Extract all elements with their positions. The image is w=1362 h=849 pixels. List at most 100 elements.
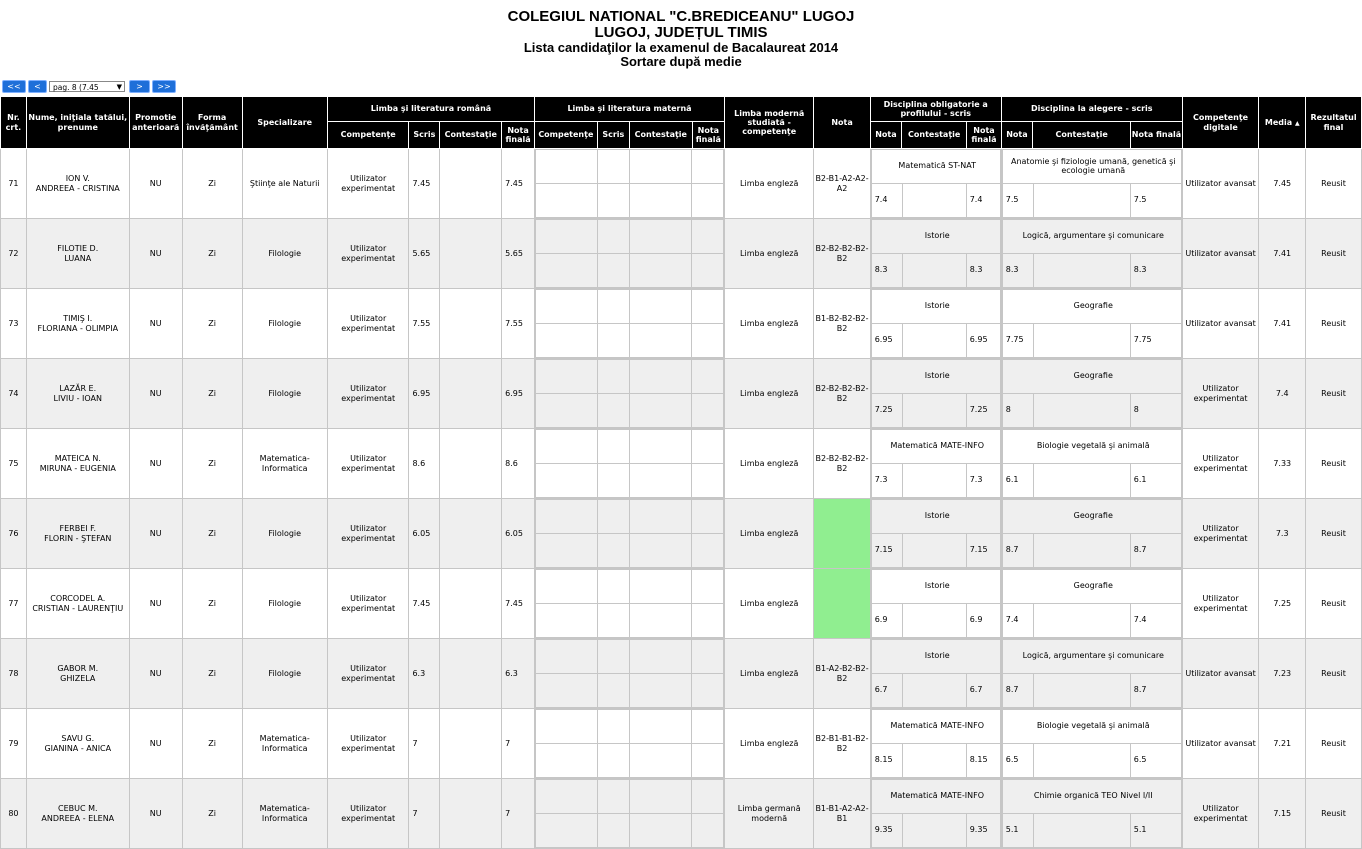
- row-ro-contestatie: [439, 218, 503, 289]
- row-ale-nota: 8.7: [1001, 533, 1034, 568]
- row-ro-scris: 6.3: [408, 638, 441, 709]
- row-ro-contestatie: [439, 358, 503, 429]
- row-obl-contestatie: [901, 743, 967, 778]
- row-obl-contestatie: [901, 463, 967, 498]
- row-obl-nota: 6.7: [870, 673, 903, 708]
- row-ale-contestatie: [1032, 183, 1131, 218]
- location-title: LUGOJ, JUDEȚUL TIMIS: [594, 24, 768, 41]
- table-row: 73 TIMIŞ I. FLORIANA - OLIMPIA NU Zi Filologi…: [0, 288, 1362, 359]
- prev-page-button[interactable]: <: [28, 80, 47, 93]
- col-nota: Nota: [813, 96, 871, 149]
- row-obligatorie: Istorie 7.15 7.15: [869, 498, 1002, 569]
- row-name: CORCODEL A. CRISTIAN - LAURENŢIU: [25, 568, 130, 639]
- table-row: 74 LAZĂR E. LIVIU - IOAN NU Zi Filologie Utili…: [0, 358, 1362, 429]
- col-rezultat: Rezultatul final: [1305, 96, 1362, 149]
- row-name-line1: MATEICA N.: [54, 454, 101, 464]
- row-ale-contestatie: [1032, 673, 1131, 708]
- row-obligatorie: Matematică MATE-INFO 7.3 7.3: [869, 428, 1002, 499]
- row-ale-contestatie: [1032, 323, 1131, 358]
- page-select[interactable]: pag. 8 (7.45 ▼: [49, 81, 125, 92]
- col-specializare: Specializare: [241, 96, 328, 149]
- row-specializare: Ştiinţe ale Naturii: [241, 148, 328, 219]
- row-ale-nota-finala: 8.3: [1129, 253, 1182, 288]
- row-obl-nota-finala: 8.15: [965, 743, 1001, 778]
- row-ale-contestatie: [1032, 533, 1131, 568]
- row-promotie: NU: [128, 218, 183, 289]
- row-obligatorie: Istorie 6.95 6.95: [869, 288, 1002, 359]
- col-ro-competente: Competenţe: [326, 121, 410, 149]
- row-name-line2: MIRUNA - EUGENIA: [39, 463, 116, 473]
- row-specializare: Filologie: [241, 498, 328, 569]
- row-forma: Zi: [181, 288, 243, 359]
- row-modern-nota: B2-B2-B2-B2-B2: [813, 218, 871, 289]
- row-materna: [534, 218, 726, 289]
- row-obl-nota-finala: 7.15: [965, 533, 1001, 568]
- row-ale-nota: 8.7: [1001, 673, 1034, 708]
- row-ro-nota-finala: 7.45: [501, 148, 536, 219]
- row-ale-nota-finala: 8.7: [1129, 533, 1182, 568]
- row-obligatorie: Matematică ST-NAT 7.4 7.4: [869, 148, 1002, 219]
- row-name-line1: ION V.: [65, 174, 90, 184]
- row-modern-nota: B2-B1-A2-A2-A2: [813, 148, 871, 219]
- col-group-romana: Limba şi literatura română: [326, 96, 536, 122]
- row-ro-competente: Utilizator experimentat: [326, 358, 410, 429]
- row-ro-nota-finala: 6.95: [501, 358, 536, 429]
- row-name-line2: FLORIN - ŞTEFAN: [44, 533, 112, 543]
- row-ale-name: Geografie: [1001, 499, 1182, 534]
- row-obl-nota-finala: 7.3: [965, 463, 1001, 498]
- row-forma: Zi: [181, 498, 243, 569]
- row-name-line2: CRISTIAN - LAURENŢIU: [32, 603, 124, 613]
- row-ale-nota: 7.75: [1001, 323, 1034, 358]
- row-ro-scris: 5.65: [408, 218, 441, 289]
- row-digitale: Utilizator avansat: [1181, 708, 1260, 779]
- row-digitale: Utilizator avansat: [1181, 638, 1260, 709]
- page-select-value: pag. 8 (7.45: [53, 83, 99, 92]
- col-ro-nota-finala: Nota finală: [501, 121, 536, 149]
- row-rezultat: Reusit: [1305, 218, 1362, 289]
- row-ale-nota: 7.4: [1001, 603, 1034, 638]
- row-alegere: Geografie 8 8: [1000, 358, 1183, 429]
- row-ro-competente: Utilizator experimentat: [326, 778, 410, 849]
- row-digitale: Utilizator experimentat: [1181, 498, 1260, 569]
- row-moderna: Limba engleză: [724, 568, 815, 639]
- row-obl-name: Istorie: [870, 219, 1001, 254]
- col-obl-nota: Nota: [869, 121, 903, 149]
- row-ro-scris: 6.05: [408, 498, 441, 569]
- row-modern-nota: B1-A2-B2-B2-B2: [813, 638, 871, 709]
- row-ro-contestatie: [439, 288, 503, 359]
- row-modern-nota: [813, 568, 871, 639]
- row-obligatorie: Istorie 6.9 6.9: [869, 568, 1002, 639]
- col-ro-contestatie: Contestaţie: [439, 121, 503, 149]
- row-obl-contestatie: [901, 813, 967, 848]
- row-materna: [534, 708, 726, 779]
- row-forma: Zi: [181, 638, 243, 709]
- col-group-alegere: Disciplina la alegere - scris: [1000, 96, 1183, 122]
- row-media: 7.45: [1258, 148, 1307, 219]
- row-name-line1: FERBEI F.: [59, 524, 97, 534]
- row-nr: 75: [0, 428, 27, 499]
- row-moderna: Limba engleză: [724, 288, 815, 359]
- row-digitale: Utilizator experimentat: [1181, 778, 1260, 849]
- row-ale-nota-finala: 5.1: [1129, 813, 1182, 848]
- row-modern-nota: B1-B2-B2-B2-B2: [813, 288, 871, 359]
- row-nr: 71: [0, 148, 27, 219]
- row-ro-competente: Utilizator experimentat: [326, 148, 410, 219]
- row-forma: Zi: [181, 218, 243, 289]
- col-media-sortable[interactable]: Media ▲: [1258, 96, 1307, 149]
- first-page-button[interactable]: <<: [2, 80, 26, 93]
- row-obl-nota: 7.15: [870, 533, 903, 568]
- last-page-button[interactable]: >>: [152, 80, 176, 93]
- row-name: TIMIŞ I. FLORIANA - OLIMPIA: [25, 288, 130, 359]
- row-digitale: Utilizator experimentat: [1181, 568, 1260, 639]
- row-moderna: Limba engleză: [724, 148, 815, 219]
- next-page-button[interactable]: >: [129, 80, 150, 93]
- row-ale-nota: 8.3: [1001, 253, 1034, 288]
- row-alegere: Geografie 7.75 7.75: [1000, 288, 1183, 359]
- row-modern-nota: [813, 498, 871, 569]
- row-specializare: Matematica-Informatica: [241, 778, 328, 849]
- row-media: 7.23: [1258, 638, 1307, 709]
- row-ale-name: Logică, argumentare şi comunicare: [1001, 639, 1182, 674]
- row-ro-contestatie: [439, 498, 503, 569]
- candidates-table: Nr. crt. Nume, iniţiala tatălui, prenume…: [0, 96, 1362, 849]
- row-name-line2: FLORIANA - OLIMPIA: [37, 323, 119, 333]
